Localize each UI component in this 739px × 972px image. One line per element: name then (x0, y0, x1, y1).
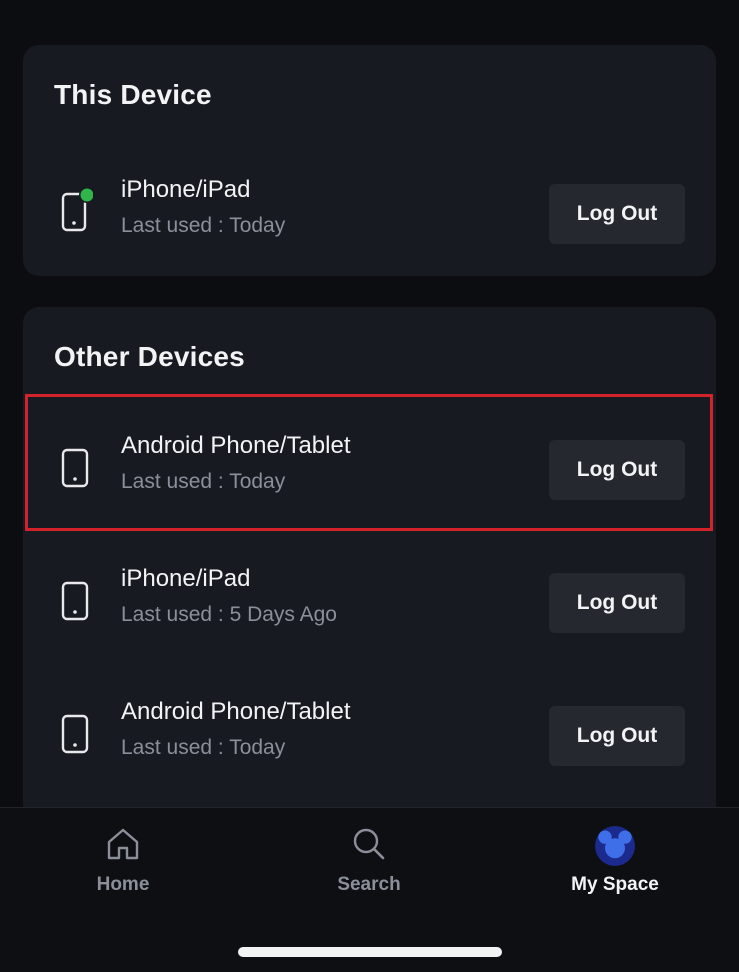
device-last-used: Last used : Today (121, 470, 286, 493)
device-name: Android Phone/Tablet (121, 698, 351, 725)
this-device-title: This Device (54, 79, 212, 110)
other-devices-card: Other Devices Android Phone/Tablet Last … (23, 307, 716, 827)
bottom-tab-bar: Home Search My Space (0, 807, 739, 972)
phone-icon (61, 714, 89, 754)
this-device-row: iPhone/iPad Last used : Today Log Out (23, 156, 716, 256)
phone-icon (61, 187, 93, 232)
this-device-logout-button[interactable]: Log Out (549, 184, 685, 244)
device-last-used: Last used : Today (121, 214, 286, 237)
logout-button[interactable]: Log Out (549, 573, 685, 633)
tab-label: Home (96, 874, 150, 895)
this-device-card: This Device iPhone/iPad Last used : Toda… (23, 45, 716, 276)
device-name: iPhone/iPad (121, 565, 251, 592)
device-last-used: Last used : Today (121, 736, 286, 759)
tab-search[interactable]: Search (294, 826, 444, 906)
active-status-dot (80, 188, 93, 202)
phone-icon (61, 448, 89, 488)
device-name: iPhone/iPad (121, 176, 251, 203)
tab-home[interactable]: Home (48, 826, 198, 906)
logout-button[interactable]: Log Out (549, 440, 685, 500)
other-device-row-2: iPhone/iPad Last used : 5 Days Ago Log O… (23, 545, 716, 645)
tab-label: Search (337, 874, 401, 895)
device-management-screen: This Device iPhone/iPad Last used : Toda… (0, 0, 739, 972)
search-icon (353, 828, 385, 860)
home-indicator (238, 947, 502, 957)
avatar-icon (595, 826, 635, 866)
phone-icon (61, 581, 89, 621)
device-name: Android Phone/Tablet (121, 432, 351, 459)
other-device-row-1: Android Phone/Tablet Last used : Today L… (23, 412, 716, 512)
other-device-row-3: Android Phone/Tablet Last used : Today L… (23, 678, 716, 778)
logout-button[interactable]: Log Out (549, 706, 685, 766)
tab-my-space[interactable]: My Space (540, 826, 690, 906)
home-icon (107, 828, 139, 860)
other-devices-title: Other Devices (54, 341, 245, 372)
tab-label: My Space (571, 874, 659, 895)
device-last-used: Last used : 5 Days Ago (121, 603, 337, 626)
